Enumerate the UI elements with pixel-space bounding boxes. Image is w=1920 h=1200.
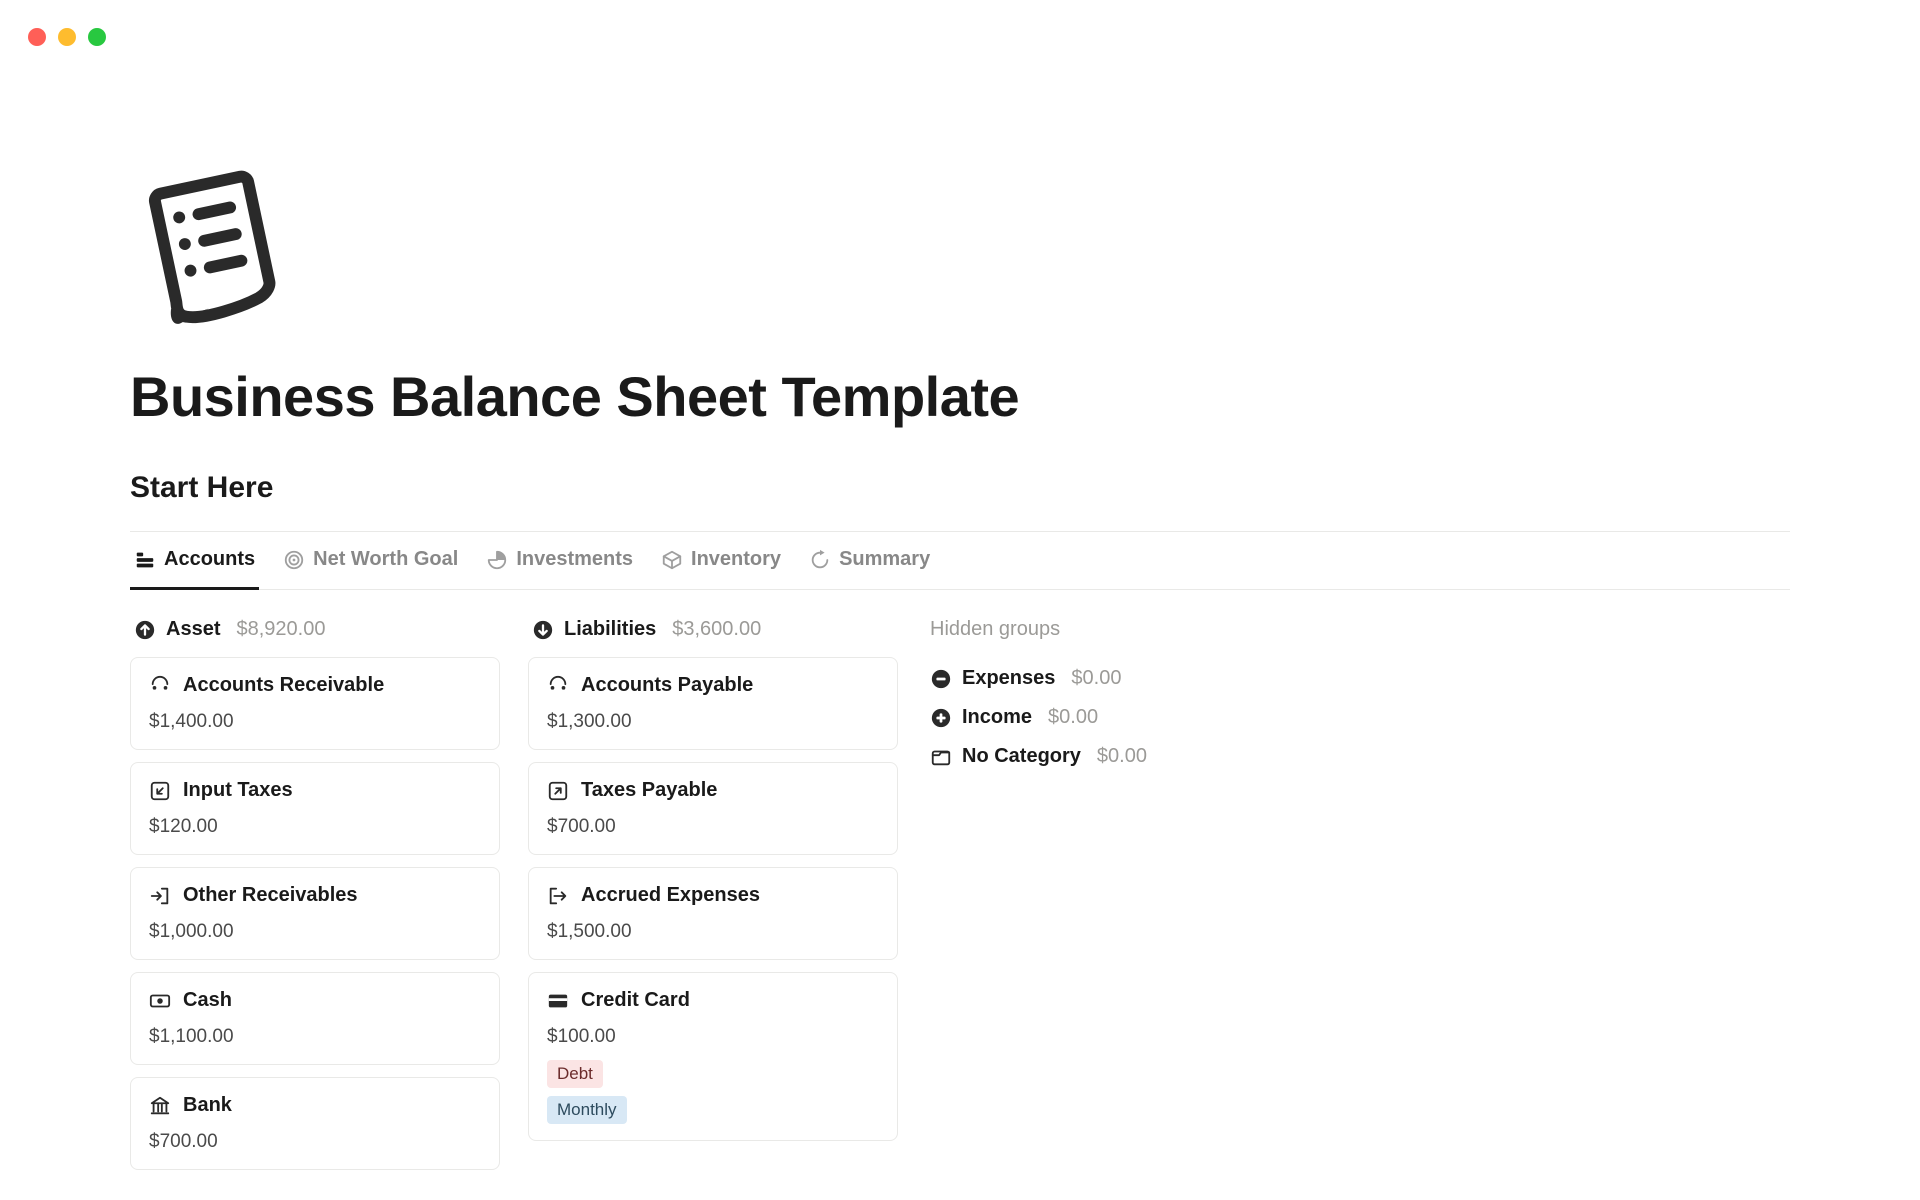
box-icon bbox=[661, 549, 683, 571]
page-title: Business Balance Sheet Template bbox=[130, 364, 1790, 429]
hidden-item-amount: $0.00 bbox=[1071, 667, 1121, 690]
card-title: Credit Card bbox=[581, 989, 690, 1012]
card-amount: $700.00 bbox=[547, 816, 879, 838]
card-title: Input Taxes bbox=[183, 779, 293, 802]
hidden-item-label: No Category bbox=[962, 745, 1081, 768]
refresh-icon bbox=[809, 549, 831, 571]
tag-monthly: Monthly bbox=[547, 1096, 627, 1124]
tab-investments[interactable]: Investments bbox=[482, 532, 637, 590]
log-in-icon bbox=[149, 885, 171, 907]
card-bank[interactable]: Bank $700.00 bbox=[130, 1077, 500, 1170]
tab-label: Net Worth Goal bbox=[313, 548, 458, 571]
hidden-item-no-category[interactable]: No Category $0.00 bbox=[926, 737, 1151, 776]
credit-card-icon bbox=[547, 990, 569, 1012]
bank-icon bbox=[149, 1095, 171, 1117]
card-title: Bank bbox=[183, 1094, 232, 1117]
card-amount: $1,400.00 bbox=[149, 711, 481, 733]
hidden-groups: Hidden groupsExpenses$0.00Income$0.00No … bbox=[926, 610, 1151, 776]
maximize-window-dot[interactable] bbox=[88, 28, 106, 46]
card-amount: $100.00 bbox=[547, 1026, 879, 1048]
card-accounts-receivable[interactable]: Accounts Receivable $1,400.00 bbox=[130, 657, 500, 750]
pie-icon bbox=[486, 549, 508, 571]
column-liabilities: Liabilities $3,600.00 Accounts Payable $1,3… bbox=[528, 610, 898, 1153]
column-header[interactable]: Asset $8,920.00 bbox=[130, 610, 500, 657]
card-title: Other Receivables bbox=[183, 884, 358, 907]
hidden-item-label: Expenses bbox=[962, 667, 1055, 690]
column-amount: $3,600.00 bbox=[672, 618, 761, 641]
arrow-out-icon bbox=[547, 780, 569, 802]
card-title: Accrued Expenses bbox=[581, 884, 760, 907]
receivable-icon bbox=[149, 675, 171, 697]
card-accounts-payable[interactable]: Accounts Payable $1,300.00 bbox=[528, 657, 898, 750]
column-header[interactable]: Liabilities $3,600.00 bbox=[528, 610, 898, 657]
column-title: Asset bbox=[166, 618, 220, 641]
log-out-icon bbox=[547, 885, 569, 907]
card-title: Accounts Receivable bbox=[183, 674, 384, 697]
board: Asset $8,920.00 Accounts Receivable $1,400.… bbox=[130, 610, 1790, 1182]
tab-net-worth-goal[interactable]: Net Worth Goal bbox=[279, 532, 462, 590]
card-title: Taxes Payable bbox=[581, 779, 717, 802]
tag-debt: Debt bbox=[547, 1060, 603, 1088]
minus-icon bbox=[930, 668, 952, 690]
card-input-taxes[interactable]: Input Taxes $120.00 bbox=[130, 762, 500, 855]
hidden-item-amount: $0.00 bbox=[1048, 706, 1098, 729]
receivable-icon bbox=[547, 675, 569, 697]
card-other-receivables[interactable]: Other Receivables $1,000.00 bbox=[130, 867, 500, 960]
tabs-bar: Accounts Net Worth Goal Investments Invento… bbox=[130, 532, 1790, 590]
page-content: Business Balance Sheet Template Start He… bbox=[0, 0, 1920, 1182]
hidden-item-amount: $0.00 bbox=[1097, 745, 1147, 768]
down-icon bbox=[532, 619, 554, 641]
card-amount: $120.00 bbox=[149, 816, 481, 838]
cash-icon bbox=[149, 990, 171, 1012]
card-amount: $1,500.00 bbox=[547, 921, 879, 943]
tab-label: Accounts bbox=[164, 548, 255, 571]
column-title: Liabilities bbox=[564, 618, 656, 641]
section-heading: Start Here bbox=[130, 471, 1790, 505]
card-credit-card[interactable]: Credit Card $100.00 Debt Monthly bbox=[528, 972, 898, 1141]
card-amount: $1,100.00 bbox=[149, 1026, 481, 1048]
hidden-groups-title: Hidden groups bbox=[926, 618, 1151, 641]
card-accrued-expenses[interactable]: Accrued Expenses $1,500.00 bbox=[528, 867, 898, 960]
tab-label: Investments bbox=[516, 548, 633, 571]
card-tags: Debt Monthly bbox=[547, 1060, 879, 1124]
hidden-item-income[interactable]: Income $0.00 bbox=[926, 698, 1151, 737]
card-taxes-payable[interactable]: Taxes Payable $700.00 bbox=[528, 762, 898, 855]
card-cash[interactable]: Cash $1,100.00 bbox=[130, 972, 500, 1065]
list-icon bbox=[134, 549, 156, 571]
arrow-in-icon bbox=[149, 780, 171, 802]
close-window-dot[interactable] bbox=[28, 28, 46, 46]
page-receipt-icon bbox=[130, 170, 300, 340]
tab-label: Summary bbox=[839, 548, 930, 571]
hidden-item-expenses[interactable]: Expenses $0.00 bbox=[926, 659, 1151, 698]
tab-summary[interactable]: Summary bbox=[805, 532, 934, 590]
tab-label: Inventory bbox=[691, 548, 781, 571]
column-asset: Asset $8,920.00 Accounts Receivable $1,400.… bbox=[130, 610, 500, 1182]
card-title: Cash bbox=[183, 989, 232, 1012]
card-title: Accounts Payable bbox=[581, 674, 753, 697]
minimize-window-dot[interactable] bbox=[58, 28, 76, 46]
empty-icon bbox=[930, 746, 952, 768]
window-traffic-lights bbox=[28, 28, 106, 46]
up-icon bbox=[134, 619, 156, 641]
hidden-item-label: Income bbox=[962, 706, 1032, 729]
card-amount: $700.00 bbox=[149, 1131, 481, 1153]
plus-icon bbox=[930, 707, 952, 729]
tab-inventory[interactable]: Inventory bbox=[657, 532, 785, 590]
tab-accounts[interactable]: Accounts bbox=[130, 532, 259, 590]
target-icon bbox=[283, 549, 305, 571]
column-amount: $8,920.00 bbox=[236, 618, 325, 641]
card-amount: $1,000.00 bbox=[149, 921, 481, 943]
card-amount: $1,300.00 bbox=[547, 711, 879, 733]
